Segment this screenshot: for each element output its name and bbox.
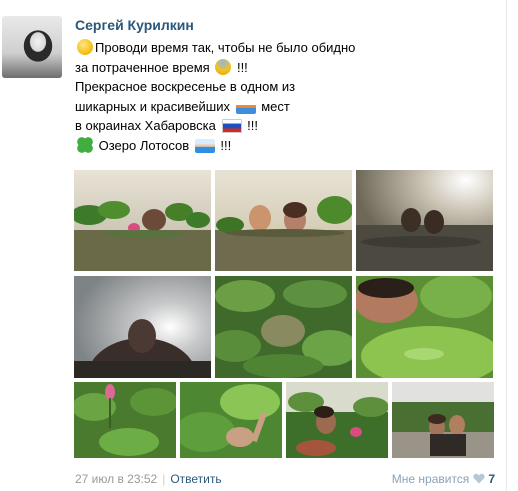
post-text: Проводи время так, чтобы не было обидно …	[75, 38, 355, 155]
author-avatar[interactable]	[2, 16, 62, 78]
post-text-line-4: шикарных и красивейших мест	[75, 98, 290, 114]
reply-link[interactable]: Ответить	[170, 472, 221, 486]
author-name[interactable]: Сергей Курилкин	[75, 17, 194, 33]
post-text-line-2: за потраченное время !!!	[75, 58, 248, 75]
post-date[interactable]: 27 июл в 23:52	[75, 472, 157, 486]
column-divider	[506, 0, 507, 491]
lake-selfie-photo[interactable]	[215, 170, 352, 271]
post-text-line-3: Прекрасное воскресенье в одном из	[75, 79, 296, 94]
like-label: Мне нравится	[391, 472, 470, 486]
post-text-line-5: в окраинах Хабаровска !!!	[75, 118, 258, 133]
hand-leaf-photo[interactable]	[180, 382, 282, 458]
swimmer-icon	[194, 138, 215, 153]
heart-icon	[473, 473, 485, 484]
man-sky-photo[interactable]	[74, 276, 211, 378]
lake-lotus-couple-photo[interactable]	[74, 170, 211, 271]
russian-flag-icon	[221, 119, 242, 133]
winking-face-icon	[77, 39, 93, 55]
wall-post: Сергей Курилкин Проводи время так, чтобы…	[0, 0, 518, 491]
lake-sunset-photo[interactable]	[356, 170, 493, 271]
man-leaf-closeup-photo[interactable]	[356, 276, 493, 378]
lotus-leaves-photo[interactable]	[215, 276, 352, 378]
rowboat-icon	[235, 99, 256, 114]
like-count: 7	[488, 472, 495, 486]
footer-separator: |	[162, 472, 166, 486]
four-leaf-clover-icon	[77, 136, 93, 153]
post-footer: 27 июл в 23:52 | Ответить Мне нравится 7	[75, 472, 495, 486]
couple-shore-photo[interactable]	[392, 382, 494, 458]
post-text-line-6: Озеро Лотосов !!!	[75, 136, 355, 156]
like-button[interactable]: Мне нравится 7	[392, 472, 495, 486]
post-text-line-1: Проводи время так, чтобы не было обидно	[75, 38, 355, 58]
screaming-face-icon	[215, 58, 232, 75]
lotus-bud-photo[interactable]	[74, 382, 176, 458]
couple-lotus-photo[interactable]	[286, 382, 388, 458]
